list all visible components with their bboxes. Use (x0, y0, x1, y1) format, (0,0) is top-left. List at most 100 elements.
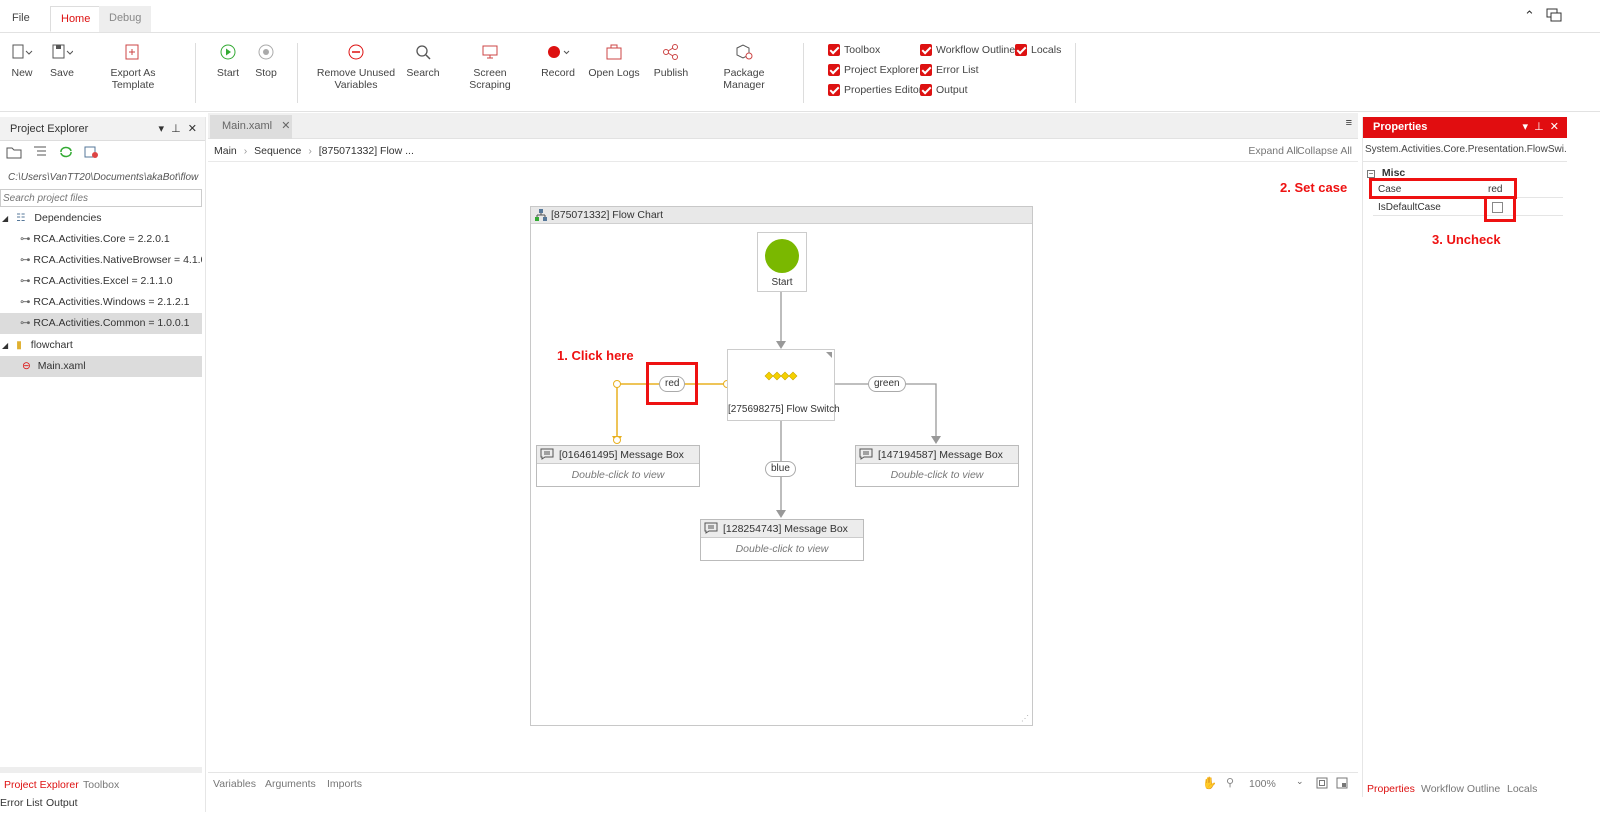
tree-dependency-item[interactable]: ⊶ RCA.Activities.Windows = 2.1.2.1 (0, 292, 202, 313)
ribbon-separator (803, 43, 804, 103)
tab-error-list[interactable]: Error List (0, 797, 43, 809)
tab-project-explorer[interactable]: Project Explorer (4, 779, 79, 791)
tab-menu-icon[interactable]: ≡ (1346, 117, 1352, 129)
start-button[interactable]: Start (214, 41, 242, 79)
start-node[interactable]: Start (757, 232, 807, 292)
tree-folder-flowchart[interactable]: ◢ ▮ flowchart (0, 335, 202, 356)
workflow-outline-checkbox[interactable]: Workflow Outline (920, 43, 1015, 57)
folder-label: flowchart (30, 339, 73, 351)
pin-icon[interactable]: ⊥ (1534, 121, 1544, 133)
tab-variables[interactable]: Variables (213, 778, 256, 790)
locals-check-label: Locals (1031, 44, 1062, 56)
message-box-1[interactable]: [016461495] Message Box Double-click to … (536, 445, 700, 487)
tab-locals[interactable]: Locals (1507, 783, 1537, 795)
tab-debug[interactable]: Debug (99, 6, 152, 32)
tree-file-main[interactable]: ⊖ Main.xaml (0, 356, 202, 377)
pan-hand-icon[interactable]: ✋ (1202, 776, 1217, 790)
case-green-label[interactable]: green (868, 376, 906, 392)
open-folder-icon[interactable] (6, 145, 22, 165)
screen-scraping-label: Screen Scraping (469, 67, 511, 91)
doc-tab-label: Main.xaml (222, 120, 273, 132)
breadcrumb-separator-icon: › (243, 145, 248, 157)
property-row-isdefaultcase[interactable]: IsDefaultCase (1373, 199, 1563, 216)
settings-icon[interactable] (84, 145, 100, 165)
expand-arrow-icon[interactable]: ◢ (2, 341, 8, 350)
tree-dependencies[interactable]: ◢ ☷ Dependencies (0, 208, 202, 229)
breadcrumb: Main › Sequence › [875071332] Flow ... E… (208, 140, 1358, 162)
flow-switch-node[interactable]: [275698275] Flow Switch (727, 349, 840, 421)
breadcrumb-main[interactable]: Main (214, 145, 237, 157)
expand-all-link[interactable]: Expand All (1248, 140, 1298, 162)
expand-tree-icon[interactable] (32, 145, 48, 165)
zoom-search-icon[interactable]: ⚲ (1226, 776, 1234, 789)
tab-workflow-outline[interactable]: Workflow Outline (1421, 783, 1500, 795)
flowchart-container[interactable]: [875071332] Flow Chart Start [275698275]… (530, 206, 1033, 726)
properties-header: Properties ▾ ⊥ ✕ (1363, 117, 1567, 138)
locals-checkbox[interactable]: Locals (1015, 43, 1061, 57)
stop-button[interactable]: Stop (252, 41, 280, 79)
collapse-ribbon-icon[interactable]: ⌃ (1524, 8, 1535, 24)
open-logs-button[interactable]: Open Logs (588, 41, 640, 79)
tree-dependency-item[interactable]: ⊶ RCA.Activities.NativeBrowser = 4.1.0.1 (0, 250, 202, 271)
collapse-all-link[interactable]: Collapse All (1297, 140, 1352, 162)
tree-dependency-item[interactable]: ⊶ RCA.Activities.Common = 1.0.0.1 (0, 313, 202, 334)
search-button[interactable]: Search (405, 41, 441, 79)
expand-arrow-icon[interactable]: ◢ (2, 214, 8, 223)
project-explorer-checkbox[interactable]: Project Explorer (828, 63, 919, 77)
export-template-button[interactable]: Export As Template (88, 41, 178, 91)
tab-arguments[interactable]: Arguments (265, 778, 316, 790)
tab-properties[interactable]: Properties (1367, 783, 1415, 795)
toolbox-checkbox[interactable]: Toolbox (828, 43, 880, 57)
annotation-click-here: 1. Click here (557, 348, 634, 363)
case-blue-label[interactable]: blue (765, 461, 796, 477)
breadcrumb-flow[interactable]: [875071332] Flow ... (319, 145, 414, 157)
properties-editor-checkbox[interactable]: Properties Editor (828, 83, 922, 97)
pin-icon[interactable]: ⊥ (171, 123, 181, 135)
fit-to-screen-icon[interactable] (1316, 777, 1328, 792)
close-icon[interactable]: ✕ (281, 120, 290, 132)
package-manager-button[interactable]: Package Manager (702, 41, 786, 91)
zoom-level[interactable]: 100% (1249, 778, 1276, 790)
remove-unused-variables-button[interactable]: Remove Unused Variables (315, 41, 397, 91)
play-icon (214, 41, 242, 63)
designer-canvas[interactable]: [875071332] Flow Chart Start [275698275]… (208, 162, 1358, 772)
record-button[interactable]: Record (539, 41, 577, 79)
save-label: Save (50, 67, 74, 79)
tab-file[interactable]: File (2, 6, 40, 32)
export-template-label: Export As Template (110, 67, 156, 91)
screen-scraping-button[interactable]: Screen Scraping (453, 41, 527, 91)
overview-icon[interactable] (1336, 777, 1348, 792)
close-icon[interactable]: ✕ (1550, 121, 1559, 133)
publish-icon (652, 41, 690, 63)
output-check-label: Output (936, 84, 968, 96)
new-button[interactable]: New (8, 41, 36, 79)
record-label: Record (541, 67, 575, 79)
ribbon-separator (297, 43, 298, 103)
feedback-icon[interactable] (1546, 8, 1562, 25)
message-box-2[interactable]: [147194587] Message Box Double-click to … (855, 445, 1019, 487)
tab-imports[interactable]: Imports (327, 778, 362, 790)
publish-button[interactable]: Publish (652, 41, 690, 79)
zoom-dropdown-icon[interactable]: ⌄ (1296, 776, 1304, 787)
refresh-icon[interactable] (58, 145, 74, 165)
tab-toolbox[interactable]: Toolbox (83, 779, 119, 791)
horizontal-scrollbar[interactable] (0, 767, 202, 773)
tab-home[interactable]: Home (50, 6, 102, 32)
annotation-uncheck: 3. Uncheck (1432, 232, 1501, 247)
tree-dependency-item[interactable]: ⊶ RCA.Activities.Core = 2.2.0.1 (0, 229, 202, 250)
output-checkbox[interactable]: Output (920, 83, 968, 97)
tab-output[interactable]: Output (46, 797, 78, 809)
save-button[interactable]: Save (48, 41, 76, 79)
collapse-group-icon[interactable]: − (1367, 170, 1375, 178)
tree-dependency-item[interactable]: ⊶ RCA.Activities.Excel = 2.1.1.0 (0, 271, 202, 292)
breadcrumb-sequence[interactable]: Sequence (254, 145, 301, 157)
message-box-3[interactable]: [128254743] Message Box Double-click to … (700, 519, 864, 561)
search-project-input[interactable] (0, 189, 202, 207)
dropdown-icon[interactable]: ▾ (159, 123, 165, 135)
check-icon (920, 84, 932, 96)
doc-tab-main[interactable]: Main.xaml ✕ (210, 115, 292, 139)
dropdown-icon[interactable]: ▾ (1523, 121, 1529, 133)
close-icon[interactable]: ✕ (188, 123, 197, 135)
resize-grip-icon[interactable]: ⋰ (1021, 714, 1029, 723)
error-list-checkbox[interactable]: Error List (920, 63, 979, 77)
